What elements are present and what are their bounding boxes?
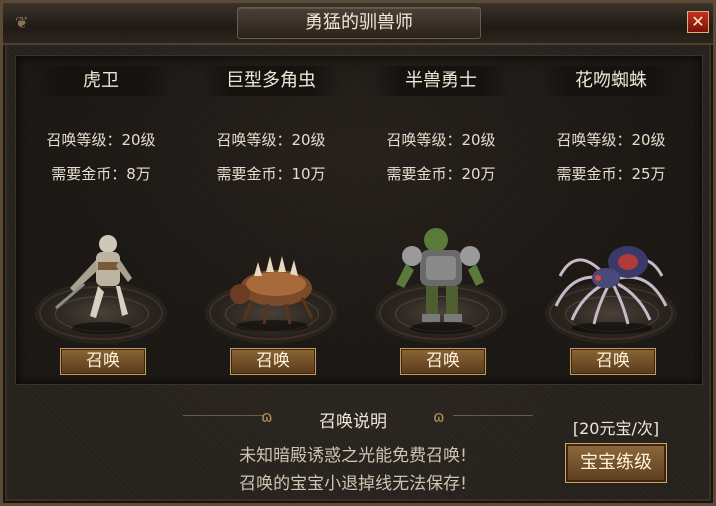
orc-warrior-icon bbox=[396, 228, 484, 334]
window-title: 勇猛的驯兽师 bbox=[305, 12, 413, 33]
monster-name-bar: 虎卫 bbox=[32, 66, 170, 96]
summon-level-text: 召唤等级：20级 bbox=[386, 131, 496, 149]
monster-card-tiger-guard: 虎卫 召唤等级：20级 需要金币：8万 召唤 bbox=[16, 56, 186, 384]
summon-description-title: 召唤说明 bbox=[319, 412, 387, 432]
gold-required-text: 需要金币：8万 bbox=[51, 165, 151, 183]
close-button[interactable]: ✕ bbox=[687, 11, 709, 33]
title-plate: 勇猛的驯兽师 bbox=[237, 7, 481, 39]
summon-button[interactable]: 召唤 bbox=[230, 348, 316, 375]
monster-card-half-orc-warrior: 半兽勇士 召唤等级：20级 需要金币：20万 召唤 bbox=[356, 56, 526, 384]
monster-name-bar: 花吻蜘蛛 bbox=[542, 66, 680, 96]
monster-name: 花吻蜘蛛 bbox=[575, 70, 647, 91]
summon-level-text: 召唤等级：20级 bbox=[216, 131, 326, 149]
summon-level-text: 召唤等级：20级 bbox=[556, 131, 666, 149]
monster-name: 虎卫 bbox=[83, 70, 119, 91]
spider-icon bbox=[554, 246, 668, 334]
monster-card-flower-spider: 花吻蜘蛛 召唤等级：20级 需要金币：25万 召唤 bbox=[526, 56, 696, 384]
left-title-ornament: ❦ bbox=[15, 13, 29, 32]
armored-warrior-icon bbox=[55, 235, 132, 334]
training-cost: [20元宝/次] bbox=[572, 419, 660, 438]
description-line-2: 召唤的宝宝小退掉线无法保存! bbox=[239, 474, 467, 494]
horned-bug-icon bbox=[230, 256, 314, 332]
monster-name-bar: 巨型多角虫 bbox=[202, 66, 340, 96]
summon-window: ❦ 勇猛的驯兽师 ✕ 虎卫 召唤等级：20级 需要金币：8万 召唤 巨型多角虫 … bbox=[0, 0, 716, 506]
right-scroll-ornament-icon: ɷ bbox=[433, 407, 445, 426]
summon-level-text: 召唤等级：20级 bbox=[46, 131, 156, 149]
monster-name-bar: 半兽勇士 bbox=[372, 66, 510, 96]
summon-button[interactable]: 召唤 bbox=[570, 348, 656, 375]
monster-name: 半兽勇士 bbox=[405, 70, 477, 91]
gold-required-text: 需要金币：20万 bbox=[386, 165, 496, 183]
right-divider bbox=[453, 415, 533, 430]
title-bar: ❦ 勇猛的驯兽师 ✕ bbox=[3, 3, 713, 45]
monster-panel: 虎卫 召唤等级：20级 需要金币：8万 召唤 巨型多角虫 召唤等级：20级 需要… bbox=[15, 55, 703, 385]
left-divider bbox=[183, 415, 263, 430]
monster-name: 巨型多角虫 bbox=[226, 70, 316, 91]
pet-training-button[interactable]: 宝宝练级 bbox=[565, 443, 667, 483]
monster-card-giant-horned-bug: 巨型多角虫 召唤等级：20级 需要金币：10万 召唤 bbox=[186, 56, 356, 384]
gold-required-text: 需要金币：10万 bbox=[216, 165, 326, 183]
description-line-1: 未知暗殿诱惑之光能免费召唤! bbox=[239, 446, 467, 466]
summon-button[interactable]: 召唤 bbox=[60, 348, 146, 375]
gold-required-text: 需要金币：25万 bbox=[556, 165, 666, 183]
summon-button[interactable]: 召唤 bbox=[400, 348, 486, 375]
